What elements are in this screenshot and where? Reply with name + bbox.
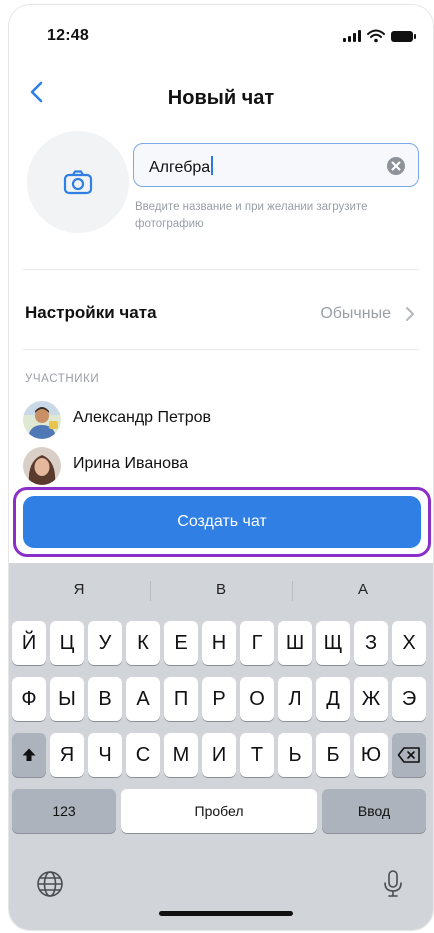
key[interactable]: Э xyxy=(392,677,426,721)
keyboard-row-3: Я Ч С М И Т Ь Б Ю xyxy=(9,733,433,779)
clear-icon[interactable] xyxy=(386,156,406,176)
mic-icon[interactable] xyxy=(381,869,405,899)
key[interactable]: Ь xyxy=(278,733,312,777)
chevron-right-icon xyxy=(406,307,414,321)
key[interactable]: Н xyxy=(202,621,236,665)
shift-key[interactable] xyxy=(12,733,46,777)
member-name: Ирина Иванова xyxy=(73,455,189,472)
status-time: 12:48 xyxy=(47,27,89,44)
suggestion-item[interactable]: А xyxy=(293,581,433,598)
key[interactable]: Х xyxy=(392,621,426,665)
chat-settings-value: Обычные xyxy=(320,305,391,322)
backspace-icon xyxy=(397,747,420,763)
chat-name-value: Алгебра xyxy=(149,156,213,177)
phone-screen: 12:48 Новый чат Алгебра Введите название… xyxy=(8,4,434,931)
key[interactable]: В xyxy=(88,677,122,721)
key[interactable]: Ы xyxy=(50,677,84,721)
key[interactable]: У xyxy=(88,621,122,665)
divider xyxy=(23,269,419,270)
numbers-key[interactable]: 123 xyxy=(12,789,116,833)
backspace-key[interactable] xyxy=(392,733,426,777)
status-bar: 12:48 xyxy=(9,5,433,67)
divider xyxy=(23,349,419,350)
create-chat-button[interactable]: Создать чат xyxy=(23,496,421,548)
member-item[interactable]: Александр Петров xyxy=(23,397,423,441)
key[interactable]: Ч xyxy=(88,733,122,777)
avatar xyxy=(23,447,61,485)
key[interactable]: Л xyxy=(278,677,312,721)
key[interactable]: П xyxy=(164,677,198,721)
key[interactable]: А xyxy=(126,677,160,721)
key[interactable]: Т xyxy=(240,733,274,777)
member-item[interactable]: Ирина Иванова xyxy=(23,443,423,487)
globe-icon[interactable] xyxy=(35,869,65,899)
camera-icon xyxy=(63,170,93,195)
avatar xyxy=(23,401,61,439)
chat-settings-row[interactable]: Настройки чата Обычные xyxy=(9,285,433,341)
key[interactable]: К xyxy=(126,621,160,665)
key[interactable]: И xyxy=(202,733,236,777)
keyboard-suggestions: Я В А xyxy=(9,563,433,615)
wifi-icon xyxy=(367,29,385,43)
key[interactable]: З xyxy=(354,621,388,665)
key[interactable]: Д xyxy=(316,677,350,721)
chat-photo-upload[interactable] xyxy=(27,131,129,233)
key[interactable]: Б xyxy=(316,733,350,777)
space-key[interactable]: Пробел xyxy=(121,789,317,833)
key[interactable]: Й xyxy=(12,621,46,665)
enter-key[interactable]: Ввод xyxy=(322,789,426,833)
key[interactable]: Ж xyxy=(354,677,388,721)
key[interactable]: М xyxy=(164,733,198,777)
key[interactable]: Р xyxy=(202,677,236,721)
keyboard-row-4: 123 Пробел Ввод xyxy=(9,789,433,835)
key[interactable]: Я xyxy=(50,733,84,777)
chat-name-input[interactable]: Алгебра xyxy=(133,143,419,187)
suggestion-item[interactable]: В xyxy=(151,581,291,598)
key[interactable]: Ф xyxy=(12,677,46,721)
status-icons xyxy=(343,29,416,43)
keyboard: Я В А Й Ц У К Е Н Г Ш Щ З Х Ф Ы В А П Р … xyxy=(9,563,433,930)
suggestion-item[interactable]: Я xyxy=(9,581,149,598)
keyboard-row-2: Ф Ы В А П Р О Л Д Ж Э xyxy=(9,677,433,723)
cellular-signal-icon xyxy=(343,30,361,42)
key[interactable]: Г xyxy=(240,621,274,665)
page-title: Новый чат xyxy=(167,87,275,109)
member-name: Александр Петров xyxy=(73,409,211,426)
key[interactable]: Е xyxy=(164,621,198,665)
shift-icon xyxy=(22,748,36,761)
key[interactable]: С xyxy=(126,733,160,777)
chat-settings-label: Настройки чата xyxy=(25,303,157,322)
keyboard-row-1: Й Ц У К Е Н Г Ш Щ З Х xyxy=(9,621,433,667)
members-section-title: УЧАСТНИКИ xyxy=(25,373,100,385)
key[interactable]: Ц xyxy=(50,621,84,665)
text-caret xyxy=(211,156,213,175)
key[interactable]: Ю xyxy=(354,733,388,777)
battery-icon xyxy=(391,30,416,42)
nav-bar: Новый чат xyxy=(9,71,433,115)
key[interactable]: Щ xyxy=(316,621,350,665)
key[interactable]: О xyxy=(240,677,274,721)
key[interactable]: Ш xyxy=(278,621,312,665)
home-indicator xyxy=(159,911,293,916)
chat-name-hint: Введите название и при желании загрузите… xyxy=(135,201,368,230)
